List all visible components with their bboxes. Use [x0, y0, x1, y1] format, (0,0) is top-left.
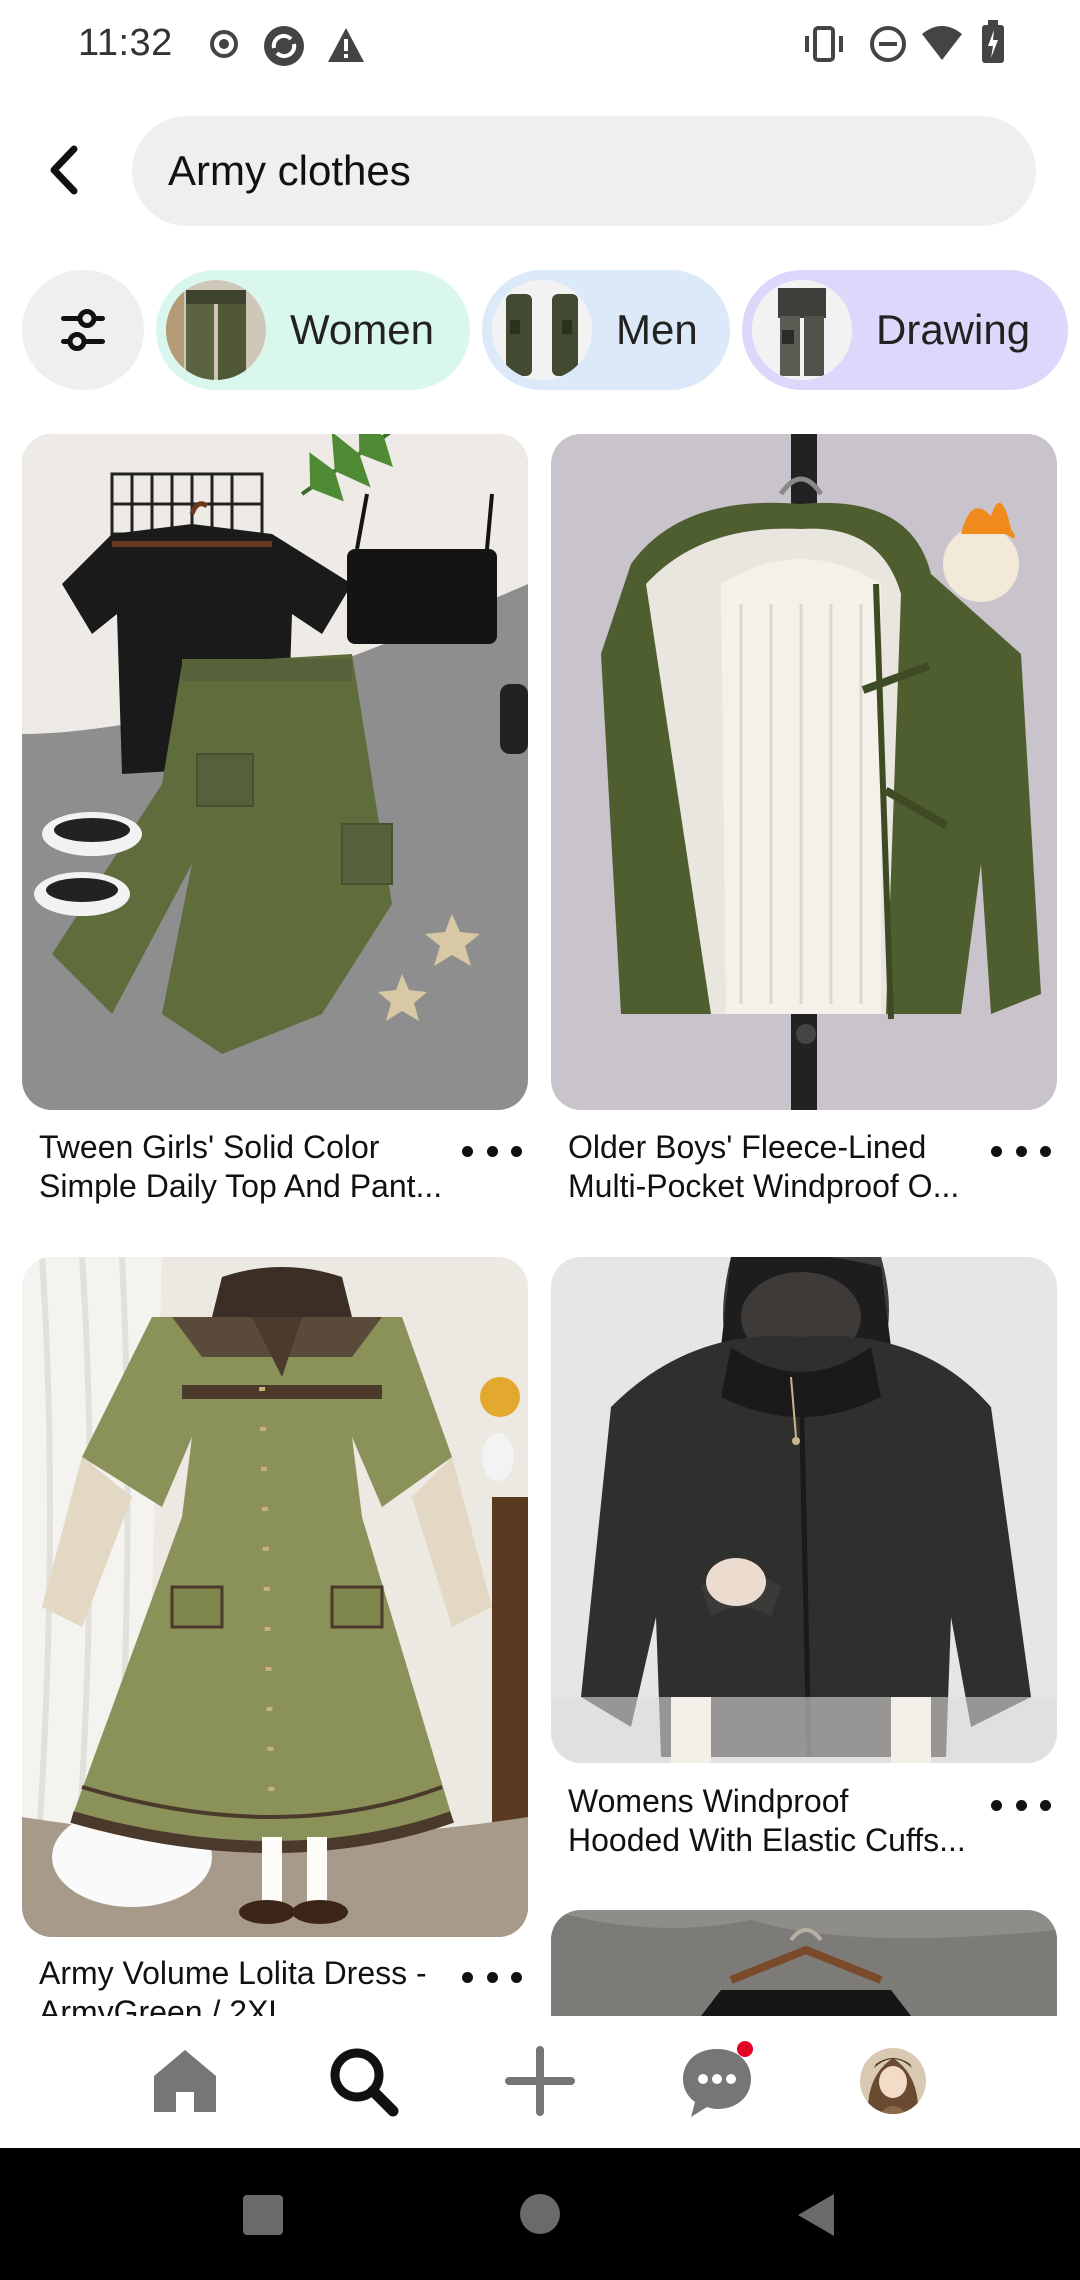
more-options-icon[interactable]	[462, 1136, 522, 1166]
pin-image[interactable]	[551, 1257, 1057, 1763]
chip-men[interactable]: Men	[482, 270, 730, 390]
pin-title-line: Tween Girls' Solid Color	[39, 1129, 380, 1165]
back-button-system[interactable]	[796, 2192, 836, 2238]
filter-button[interactable]	[22, 270, 144, 390]
recents-button[interactable]	[242, 2194, 284, 2236]
more-options-icon[interactable]	[462, 1962, 522, 1992]
profile-avatar	[860, 2048, 926, 2114]
pin-title[interactable]: Womens Windproof Hooded With Elastic Cuf…	[568, 1782, 998, 1860]
warning-icon	[328, 28, 364, 62]
pin-title-line: Womens Windproof	[568, 1783, 849, 1819]
pin-title[interactable]: Older Boys' Fleece-Lined Multi-Pocket Wi…	[568, 1128, 998, 1206]
sync-icon	[264, 26, 304, 66]
notification-dot	[737, 2041, 753, 2057]
chip-drawing[interactable]: Drawing	[742, 270, 1068, 390]
pin-title-line: Simple Daily Top And Pant...	[39, 1168, 443, 1204]
home-button[interactable]	[519, 2193, 561, 2235]
wifi-icon	[922, 26, 962, 60]
pin-image[interactable]	[22, 1257, 528, 1937]
bottom-nav	[0, 2016, 1080, 2146]
chip-women-thumbnail	[166, 280, 266, 380]
pin-title-line: Army Volume Lolita Dress -	[39, 1955, 427, 1991]
back-button[interactable]	[32, 135, 96, 205]
chip-men-label: Men	[616, 306, 698, 353]
pin-title-line: Hooded With Elastic Cuffs...	[568, 1822, 966, 1858]
search-query: Army clothes	[168, 147, 411, 194]
pin-title-line: ArmyGreen / 2XL	[39, 1994, 287, 2016]
status-bar: 11:32	[0, 0, 1080, 90]
battery-icon	[982, 20, 1004, 63]
sliders-icon	[61, 309, 105, 351]
nav-home[interactable]	[140, 2036, 230, 2126]
back-arrow-icon	[50, 145, 78, 195]
pin-image[interactable]	[551, 1910, 1057, 2016]
record-icon	[210, 30, 238, 58]
pin-image[interactable]	[551, 434, 1057, 1110]
create-icon	[505, 2046, 575, 2116]
more-options-icon[interactable]	[991, 1136, 1051, 1166]
chip-women[interactable]: Women	[156, 270, 470, 390]
chip-drawing-label: Drawing	[876, 306, 1031, 353]
pin-title-line: Multi-Pocket Windproof O...	[568, 1168, 960, 1204]
chip-women-label: Women	[290, 306, 434, 353]
pin-title[interactable]: Tween Girls' Solid Color Simple Daily To…	[39, 1128, 469, 1206]
nav-search[interactable]	[318, 2036, 408, 2126]
vibrate-icon	[805, 26, 843, 62]
system-nav-bar	[0, 2148, 1080, 2280]
messages-icon	[683, 2041, 753, 2117]
pin-image[interactable]	[22, 434, 528, 1110]
nav-create[interactable]	[495, 2036, 585, 2126]
nav-profile[interactable]	[848, 2036, 938, 2126]
dnd-icon	[870, 26, 906, 62]
status-time: 11:32	[78, 22, 173, 64]
more-options-icon[interactable]	[991, 1790, 1051, 1820]
pin-title[interactable]: Army Volume Lolita Dress - ArmyGreen / 2…	[39, 1954, 469, 2016]
chip-drawing-thumbnail	[752, 280, 852, 380]
pin-title-line: Older Boys' Fleece-Lined	[568, 1129, 927, 1165]
search-icon	[330, 2048, 399, 2117]
search-input[interactable]: Army clothes	[132, 116, 1036, 226]
chip-men-thumbnail	[492, 280, 592, 380]
nav-messages[interactable]	[672, 2036, 762, 2126]
home-icon	[154, 2050, 216, 2112]
